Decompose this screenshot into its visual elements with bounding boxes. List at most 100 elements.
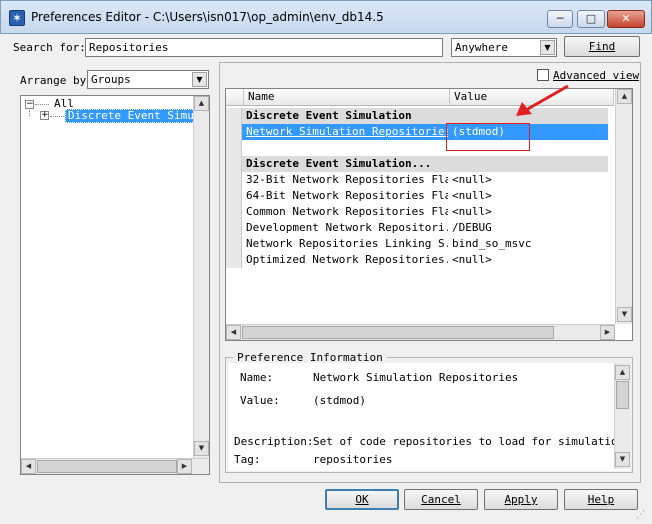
window-title: Preferences Editor - C:\Users\isn017\op_… [31,10,384,24]
cell-name: Network Simulation Repositories [246,125,448,138]
cell-value[interactable]: <null> [450,188,608,204]
cell-value[interactable]: /DEBUG [450,220,608,236]
tree-connector [35,104,49,105]
cell-value[interactable]: bind_so_msvc [450,236,608,252]
tree-horizontal-scrollbar[interactable]: ◀ ▶ [21,458,209,474]
cell-name: Discrete Event Simulation... [246,157,432,170]
resize-grip-icon[interactable]: ⋰ [636,509,648,521]
scroll-left-icon[interactable]: ◀ [21,459,36,474]
cell-name: 32-Bit Network Repositories Flags [246,173,448,186]
advanced-view-label: Advanced view [553,69,639,82]
row-header [226,220,242,236]
row-header-corner [226,89,244,106]
close-button[interactable]: ✕ [607,10,645,28]
scroll-down-icon[interactable]: ▼ [617,307,632,322]
row-header [226,156,242,172]
arrange-value: Groups [91,73,131,86]
cell-name: Development Network Repositori... [246,221,448,234]
table-row[interactable]: Network Repositories Linking S... bind_so… [226,236,608,252]
table-vertical-scrollbar[interactable]: ▲ ▼ [615,89,632,324]
arrange-dropdown[interactable]: Groups ▼ [87,70,209,89]
cell-name: Common Network Repositories Flags [246,205,448,218]
scroll-down-icon[interactable]: ▼ [615,452,630,467]
table-row[interactable]: Development Network Repositori.../DEBUG [226,220,608,236]
row-header [226,188,242,204]
cancel-button-label: Cancel [421,493,461,506]
row-header [226,236,242,252]
cell-value[interactable]: <null> [450,172,608,188]
table-row[interactable]: 32-Bit Network Repositories Flags <null> [226,172,608,188]
search-scope-dropdown[interactable]: Anywhere ▼ [451,38,557,57]
scroll-up-icon[interactable]: ▲ [617,89,632,104]
advanced-view-text: Advanced view [553,69,640,82]
table-row[interactable] [226,140,608,156]
info-name-label: Name: [240,371,274,384]
search-label: Search for: [13,41,86,54]
chevron-down-icon: ▼ [540,40,555,55]
table-row[interactable]: 64-Bit Network Repositories Flags <null> [226,188,608,204]
scroll-thumb[interactable] [616,381,629,409]
info-tag-label: Tag: [234,453,261,466]
cell-value[interactable]: <null> [450,252,608,268]
collapse-icon[interactable]: − [25,100,34,109]
scroll-thumb[interactable] [242,326,554,339]
ok-button-label: OK [355,493,369,506]
preference-table[interactable]: Name Value Discrete Event Simulation Netw… [225,88,633,341]
search-input[interactable]: Repositories [85,38,443,57]
tree-vertical-scrollbar[interactable]: ▲ ▼ [193,96,209,458]
tree-connector [29,110,30,116]
app-icon: ✶ [9,10,25,26]
table-row[interactable]: Optimized Network Repositories... <null> [226,252,608,268]
maximize-button[interactable]: □ [577,10,605,28]
cancel-button[interactable]: Cancel [404,489,478,510]
minimize-button[interactable]: ─ [547,10,573,28]
apply-button[interactable]: Apply [484,489,558,510]
scroll-right-icon[interactable]: ▶ [600,325,615,340]
tree-item-discrete-event-simulation[interactable]: Discrete Event Simula [65,109,197,123]
cell-name: Optimized Network Repositories... [246,253,448,266]
row-header [226,140,242,156]
ok-button[interactable]: OK [325,489,399,510]
table-row[interactable]: Network Simulation Repositories (stdmod) [226,124,608,140]
expand-icon[interactable]: + [40,111,49,120]
scroll-up-icon[interactable]: ▲ [615,365,630,380]
info-value-value: (stdmod) [313,394,366,407]
preference-tree[interactable]: − All + Discrete Event Simula ▲ ▼ ◀ ▶ [20,95,210,475]
row-header [226,252,242,268]
table-body: Discrete Event Simulation Network Simulat… [226,108,614,308]
annotation-arrow-icon [516,84,569,116]
column-header-name[interactable]: Name [244,89,450,106]
help-button-label: Help [587,493,615,506]
info-description-value: Set of code repositories to load for sim… [313,435,631,448]
row-header [226,204,242,220]
find-button[interactable]: Find [564,36,640,57]
cell-name: Network Repositories Linking S... [246,237,448,250]
cell-name: Discrete Event Simulation [246,109,412,122]
info-name-value: Network Simulation Repositories [313,371,519,384]
info-vertical-scrollbar[interactable]: ▲ ▼ [614,363,630,469]
advanced-view-checkbox[interactable] [537,69,549,81]
info-description-label: Description: [234,435,314,448]
cell-value[interactable]: <null> [450,204,608,220]
apply-button-label: Apply [504,493,538,506]
table-group-row[interactable]: Discrete Event Simulation... [226,156,608,172]
scroll-down-icon[interactable]: ▼ [194,441,209,456]
row-header [226,124,242,140]
tree-connector [50,116,64,117]
row-header [226,108,242,124]
scroll-right-icon[interactable]: ▶ [177,459,192,474]
table-row[interactable]: Common Network Repositories Flags <null> [226,204,608,220]
arrange-label: Arrange by [20,74,87,87]
chevron-down-icon: ▼ [192,72,207,87]
scroll-up-icon[interactable]: ▲ [194,96,209,111]
row-header [226,172,242,188]
scroll-left-icon[interactable]: ◀ [226,325,241,340]
preference-info-content: Name: Network Simulation Repositories Va… [228,363,631,471]
info-tag-value: repositories [313,453,393,466]
table-horizontal-scrollbar[interactable]: ◀ ▶ [226,324,615,340]
search-scope-value: Anywhere [455,41,508,54]
info-value-label: Value: [240,394,280,407]
title-bar: ✶ Preferences Editor - C:\Users\isn017\o… [0,0,652,34]
help-button[interactable]: Help [564,489,638,510]
scroll-thumb[interactable] [37,460,177,473]
